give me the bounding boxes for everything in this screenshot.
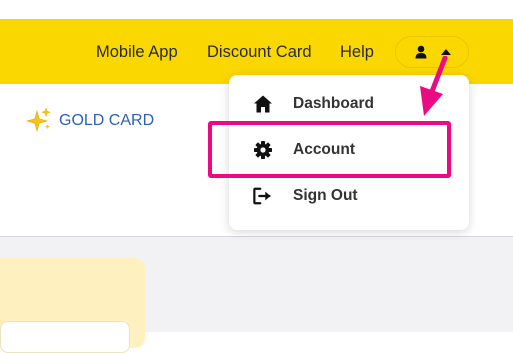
home-icon [254,95,272,113]
gold-card-label: GOLD CARD [59,112,155,129]
sign-out-icon [253,187,271,205]
caret-up-icon [441,49,451,55]
menu-item-label: Sign Out [293,187,358,204]
top-strip [0,0,513,19]
card-inner-panel [0,321,130,353]
menu-item-sign-out[interactable]: Sign Out [229,172,469,218]
sparkle-icon [26,107,52,133]
nav-help[interactable]: Help [340,43,374,62]
annotation-highlight-box [208,121,451,178]
nav-discount-card[interactable]: Discount Card [207,43,312,62]
nav-mobile-app[interactable]: Mobile App [96,43,178,62]
annotation-arrow [420,56,448,116]
menu-item-label: Dashboard [293,95,374,112]
